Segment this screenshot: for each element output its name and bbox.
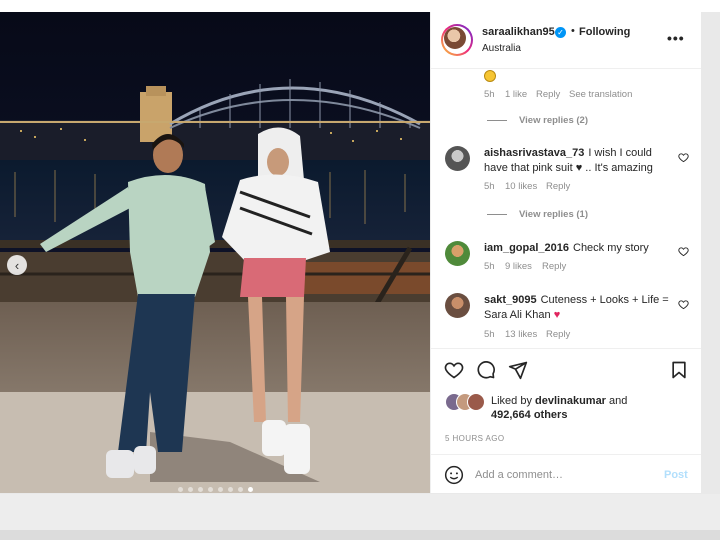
- header-separator: •: [571, 25, 575, 37]
- comment-time: 5h: [484, 181, 495, 192]
- carousel-dot: [247, 487, 253, 492]
- add-comment-bar: Post: [431, 454, 701, 495]
- heart-icon[interactable]: [444, 360, 464, 380]
- comment-likes[interactable]: 13 likes: [505, 329, 537, 340]
- view-replies-button[interactable]: View replies (1): [487, 209, 588, 220]
- bookmark-icon[interactable]: [669, 360, 689, 380]
- commenter-avatar[interactable]: [445, 146, 470, 171]
- commenter-username[interactable]: aishasrivastava_73: [484, 147, 584, 159]
- carousel-dot: [207, 487, 213, 492]
- red-heart-emoji-icon: ♥: [550, 309, 561, 321]
- comment-reply-button[interactable]: Reply: [542, 261, 566, 272]
- commenter-avatar[interactable]: [445, 293, 470, 318]
- carousel-dot: [177, 487, 183, 492]
- window-top-strip: [0, 0, 720, 12]
- carousel-prev-button[interactable]: ‹: [7, 255, 27, 275]
- comment-reply-button[interactable]: Reply: [546, 329, 570, 340]
- post-header: saraalikhan95 ✓ • Following Australia ••…: [431, 12, 701, 69]
- post-comment-button[interactable]: Post: [664, 469, 688, 481]
- page-bottom-strip: [0, 530, 720, 540]
- carousel-dot: [187, 487, 193, 492]
- comment-likes[interactable]: 1 like: [505, 89, 527, 100]
- comment-text: Check my story: [573, 242, 649, 254]
- likes-count[interactable]: 492,664 others: [491, 409, 567, 421]
- commenter-avatar[interactable]: [445, 241, 470, 266]
- post-location[interactable]: Australia: [482, 43, 521, 54]
- comment-reply-button[interactable]: Reply: [536, 89, 560, 100]
- add-comment-input[interactable]: [475, 465, 655, 485]
- verified-badge-icon: ✓: [555, 27, 566, 38]
- following-button[interactable]: Following: [579, 26, 630, 38]
- comment-icon[interactable]: [476, 360, 496, 380]
- smiling-face-emoji-icon: [484, 70, 496, 82]
- comment-list[interactable]: 5h 1 like Reply See translation View rep…: [431, 69, 701, 348]
- commenter-username[interactable]: iam_gopal_2016: [484, 242, 569, 254]
- comment-like-heart-icon[interactable]: [678, 299, 689, 310]
- comment-likes[interactable]: 9 likes: [505, 261, 532, 272]
- carousel-dot: [217, 487, 223, 492]
- carousel-dot: [197, 487, 203, 492]
- more-options-button[interactable]: •••: [667, 30, 685, 46]
- comment-like-heart-icon[interactable]: [678, 246, 689, 257]
- post-photo[interactable]: ‹: [0, 12, 430, 493]
- post-timestamp[interactable]: 5 HOURS AGO: [445, 434, 505, 443]
- carousel-dot: [237, 487, 243, 492]
- liked-by-line: Liked by devlinakumar and: [491, 395, 628, 407]
- author-username[interactable]: saraalikhan95: [482, 26, 555, 38]
- comment-time: 5h: [484, 89, 495, 100]
- liked-by-avatars[interactable]: [445, 393, 491, 411]
- chevron-left-icon: ‹: [14, 257, 20, 273]
- comment-like-heart-icon[interactable]: [678, 152, 689, 163]
- author-avatar[interactable]: [441, 24, 473, 56]
- photo-scene: [0, 12, 430, 493]
- comment-likes[interactable]: 10 likes: [505, 181, 537, 192]
- emoji-picker-icon[interactable]: [444, 465, 464, 485]
- post-panel: saraalikhan95 ✓ • Following Australia ••…: [430, 12, 701, 493]
- commenter-username[interactable]: sakt_9095: [484, 294, 537, 306]
- comment-time: 5h: [484, 329, 495, 340]
- carousel-dot: [227, 487, 233, 492]
- comment-time: 5h: [484, 261, 495, 272]
- comment-reply-button[interactable]: Reply: [546, 181, 570, 192]
- post-actions: Liked by devlinakumar and 492,664 others…: [431, 348, 701, 494]
- view-replies-button[interactable]: View replies (2): [487, 115, 588, 126]
- liked-by-username[interactable]: devlinakumar: [535, 395, 606, 407]
- carousel-indicator: [0, 487, 430, 492]
- share-icon[interactable]: [508, 360, 528, 380]
- see-translation-link[interactable]: See translation: [569, 89, 632, 100]
